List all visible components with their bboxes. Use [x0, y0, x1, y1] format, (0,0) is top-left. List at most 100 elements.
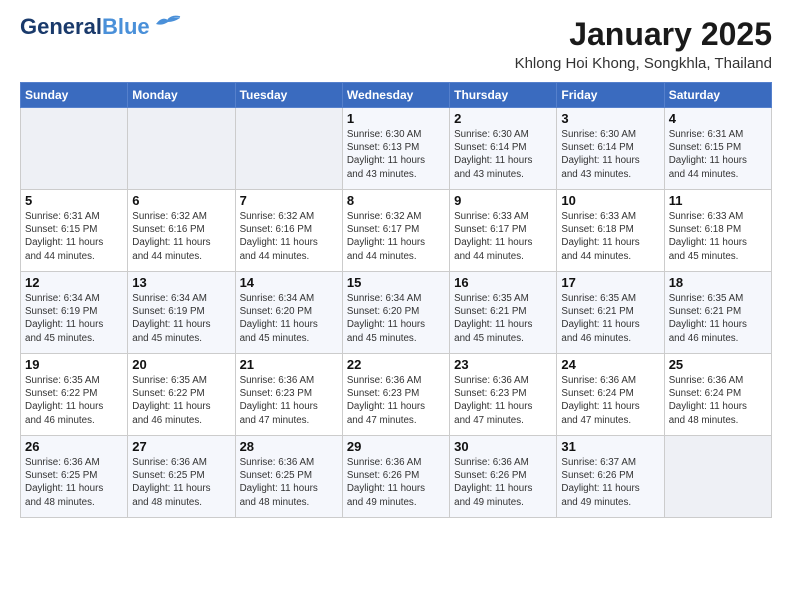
day-number: 21: [240, 357, 338, 372]
day-info: Sunrise: 6:32 AM Sunset: 6:16 PM Dayligh…: [132, 210, 230, 263]
day-number: 18: [669, 275, 767, 290]
day-info: Sunrise: 6:34 AM Sunset: 6:20 PM Dayligh…: [240, 292, 338, 345]
calendar-cell: 27 Sunrise: 6:36 AM Sunset: 6:25 PM Dayli…: [128, 436, 235, 518]
day-number: 14: [240, 275, 338, 290]
calendar-cell: 26 Sunrise: 6:36 AM Sunset: 6:25 PM Dayli…: [21, 436, 128, 518]
calendar-cell: 17 Sunrise: 6:35 AM Sunset: 6:21 PM Dayli…: [557, 272, 664, 354]
title-block: January 2025 Khlong Hoi Khong, Songkhla,…: [515, 16, 772, 72]
day-number: 24: [561, 357, 659, 372]
day-number: 20: [132, 357, 230, 372]
day-info: Sunrise: 6:32 AM Sunset: 6:17 PM Dayligh…: [347, 210, 445, 263]
calendar-cell: 1 Sunrise: 6:30 AM Sunset: 6:13 PM Daylig…: [342, 108, 449, 190]
day-info: Sunrise: 6:31 AM Sunset: 6:15 PM Dayligh…: [25, 210, 123, 263]
header-tuesday: Tuesday: [235, 83, 342, 108]
day-number: 8: [347, 193, 445, 208]
calendar-cell: 19Sunrise: 6:35 AM Sunset: 6:22 PM Dayli…: [21, 354, 128, 436]
location-title: Khlong Hoi Khong, Songkhla, Thailand: [515, 55, 772, 72]
day-info: Sunrise: 6:30 AM Sunset: 6:14 PM Dayligh…: [454, 128, 552, 181]
day-number: 15: [347, 275, 445, 290]
logo-bird-icon: [154, 14, 182, 32]
day-number: 25: [669, 357, 767, 372]
day-info: Sunrise: 6:30 AM Sunset: 6:14 PM Dayligh…: [561, 128, 659, 181]
day-number: 27: [132, 439, 230, 454]
calendar-cell: 28Sunrise: 6:36 AM Sunset: 6:25 PM Dayli…: [235, 436, 342, 518]
calendar-cell: 8 Sunrise: 6:32 AM Sunset: 6:17 PM Daylig…: [342, 190, 449, 272]
header-monday: Monday: [128, 83, 235, 108]
day-info: Sunrise: 6:33 AM Sunset: 6:18 PM Dayligh…: [561, 210, 659, 263]
day-number: 26: [25, 439, 123, 454]
calendar-table: SundayMondayTuesdayWednesdayThursdayFrid…: [20, 82, 772, 518]
day-info: Sunrise: 6:36 AM Sunset: 6:23 PM Dayligh…: [240, 374, 338, 427]
day-number: 4: [669, 111, 767, 126]
calendar-cell: 2 Sunrise: 6:30 AM Sunset: 6:14 PM Daylig…: [450, 108, 557, 190]
day-info: Sunrise: 6:33 AM Sunset: 6:18 PM Dayligh…: [669, 210, 767, 263]
calendar-cell: 15 Sunrise: 6:34 AM Sunset: 6:20 PM Dayli…: [342, 272, 449, 354]
calendar-cell: 24 Sunrise: 6:36 AM Sunset: 6:24 PM Dayli…: [557, 354, 664, 436]
calendar-cell: 25Sunrise: 6:36 AM Sunset: 6:24 PM Dayli…: [664, 354, 771, 436]
day-number: 16: [454, 275, 552, 290]
calendar-cell: 13Sunrise: 6:34 AM Sunset: 6:19 PM Dayli…: [128, 272, 235, 354]
day-info: Sunrise: 6:36 AM Sunset: 6:26 PM Dayligh…: [454, 456, 552, 509]
logo-text: GeneralBlue: [20, 16, 150, 38]
calendar-week-row: 5 Sunrise: 6:31 AM Sunset: 6:15 PM Daylig…: [21, 190, 772, 272]
day-number: 1: [347, 111, 445, 126]
day-info: Sunrise: 6:30 AM Sunset: 6:13 PM Dayligh…: [347, 128, 445, 181]
day-number: 7: [240, 193, 338, 208]
day-info: Sunrise: 6:34 AM Sunset: 6:20 PM Dayligh…: [347, 292, 445, 345]
day-number: 10: [561, 193, 659, 208]
day-info: Sunrise: 6:34 AM Sunset: 6:19 PM Dayligh…: [25, 292, 123, 345]
day-info: Sunrise: 6:35 AM Sunset: 6:21 PM Dayligh…: [454, 292, 552, 345]
calendar-week-row: 26 Sunrise: 6:36 AM Sunset: 6:25 PM Dayli…: [21, 436, 772, 518]
day-info: Sunrise: 6:35 AM Sunset: 6:21 PM Dayligh…: [669, 292, 767, 345]
calendar-cell: 29 Sunrise: 6:36 AM Sunset: 6:26 PM Dayli…: [342, 436, 449, 518]
day-number: 19: [25, 357, 123, 372]
day-info: Sunrise: 6:33 AM Sunset: 6:17 PM Dayligh…: [454, 210, 552, 263]
day-info: Sunrise: 6:35 AM Sunset: 6:21 PM Dayligh…: [561, 292, 659, 345]
day-info: Sunrise: 6:36 AM Sunset: 6:26 PM Dayligh…: [347, 456, 445, 509]
day-number: 22: [347, 357, 445, 372]
calendar-week-row: 1 Sunrise: 6:30 AM Sunset: 6:13 PM Daylig…: [21, 108, 772, 190]
header-wednesday: Wednesday: [342, 83, 449, 108]
day-number: 31: [561, 439, 659, 454]
calendar-header-row: SundayMondayTuesdayWednesdayThursdayFrid…: [21, 83, 772, 108]
day-info: Sunrise: 6:35 AM Sunset: 6:22 PM Dayligh…: [132, 374, 230, 427]
day-number: 29: [347, 439, 445, 454]
day-info: Sunrise: 6:36 AM Sunset: 6:23 PM Dayligh…: [347, 374, 445, 427]
calendar-cell: 18 Sunrise: 6:35 AM Sunset: 6:21 PM Dayli…: [664, 272, 771, 354]
day-number: 5: [25, 193, 123, 208]
calendar-cell: 12 Sunrise: 6:34 AM Sunset: 6:19 PM Dayli…: [21, 272, 128, 354]
day-number: 2: [454, 111, 552, 126]
calendar-cell: [664, 436, 771, 518]
calendar-cell: 9 Sunrise: 6:33 AM Sunset: 6:17 PM Daylig…: [450, 190, 557, 272]
day-number: 9: [454, 193, 552, 208]
calendar-cell: [235, 108, 342, 190]
calendar-cell: 6Sunrise: 6:32 AM Sunset: 6:16 PM Daylig…: [128, 190, 235, 272]
calendar-cell: 30Sunrise: 6:36 AM Sunset: 6:26 PM Dayli…: [450, 436, 557, 518]
day-info: Sunrise: 6:36 AM Sunset: 6:23 PM Dayligh…: [454, 374, 552, 427]
month-title: January 2025: [515, 16, 772, 53]
day-info: Sunrise: 6:36 AM Sunset: 6:25 PM Dayligh…: [132, 456, 230, 509]
day-number: 3: [561, 111, 659, 126]
logo: GeneralBlue: [20, 16, 182, 38]
day-number: 17: [561, 275, 659, 290]
calendar-cell: 5 Sunrise: 6:31 AM Sunset: 6:15 PM Daylig…: [21, 190, 128, 272]
calendar-cell: 20 Sunrise: 6:35 AM Sunset: 6:22 PM Dayli…: [128, 354, 235, 436]
calendar-cell: 4 Sunrise: 6:31 AM Sunset: 6:15 PM Daylig…: [664, 108, 771, 190]
calendar-cell: 23 Sunrise: 6:36 AM Sunset: 6:23 PM Dayli…: [450, 354, 557, 436]
day-info: Sunrise: 6:31 AM Sunset: 6:15 PM Dayligh…: [669, 128, 767, 181]
day-number: 23: [454, 357, 552, 372]
calendar-cell: 10 Sunrise: 6:33 AM Sunset: 6:18 PM Dayli…: [557, 190, 664, 272]
day-number: 12: [25, 275, 123, 290]
day-info: Sunrise: 6:36 AM Sunset: 6:25 PM Dayligh…: [25, 456, 123, 509]
header-sunday: Sunday: [21, 83, 128, 108]
day-info: Sunrise: 6:37 AM Sunset: 6:26 PM Dayligh…: [561, 456, 659, 509]
calendar-cell: 16 Sunrise: 6:35 AM Sunset: 6:21 PM Dayli…: [450, 272, 557, 354]
calendar-week-row: 12 Sunrise: 6:34 AM Sunset: 6:19 PM Dayli…: [21, 272, 772, 354]
header-saturday: Saturday: [664, 83, 771, 108]
header-thursday: Thursday: [450, 83, 557, 108]
day-number: 13: [132, 275, 230, 290]
day-info: Sunrise: 6:36 AM Sunset: 6:24 PM Dayligh…: [561, 374, 659, 427]
calendar-cell: 22 Sunrise: 6:36 AM Sunset: 6:23 PM Dayli…: [342, 354, 449, 436]
day-number: 11: [669, 193, 767, 208]
calendar-cell: 3 Sunrise: 6:30 AM Sunset: 6:14 PM Daylig…: [557, 108, 664, 190]
